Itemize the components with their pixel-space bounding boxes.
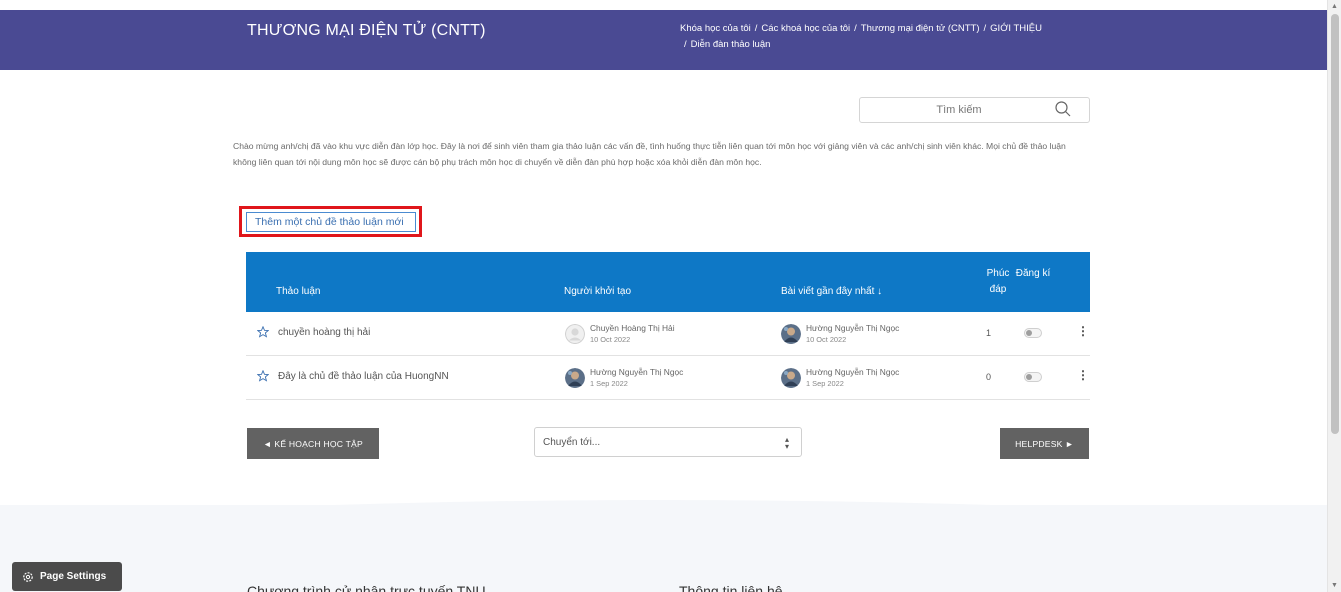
- column-header-replies[interactable]: Phúc đáp: [983, 266, 1013, 298]
- previous-activity-button[interactable]: ◄ KẾ HOẠCH HỌC TẬP: [247, 428, 379, 459]
- user-photo-avatar: [781, 324, 801, 344]
- author-date: 10 Oct 2022: [590, 335, 631, 344]
- table-header: Thảo luận Người khởi tạo Bài viết gần đâ…: [246, 252, 1090, 312]
- course-title[interactable]: THƯƠNG MẠI ĐIỆN TỬ (CNTT): [247, 22, 486, 40]
- course-header: [0, 10, 1327, 70]
- reply-count[interactable]: 0: [986, 372, 991, 382]
- breadcrumb-separator: /: [983, 23, 987, 34]
- latest-post-author[interactable]: Hường Nguyễn Thị Ngọc: [806, 367, 899, 378]
- scrollbar-thumb[interactable]: [1331, 14, 1339, 434]
- breadcrumb-separator: /: [754, 23, 758, 34]
- breadcrumb: Khóa học của tôi / Các khoá học của tôi / Th…: [680, 21, 1100, 53]
- breadcrumb-item-course[interactable]: Thương mại điện tử (CNTT): [861, 23, 980, 34]
- subscribe-toggle[interactable]: [1024, 372, 1042, 382]
- user-photo-avatar: [781, 368, 801, 388]
- author-name[interactable]: Hường Nguyễn Thị Ngọc: [590, 367, 683, 378]
- table-row: Đây là chủ đề thảo luận của HuongNN Hườn…: [246, 356, 1090, 400]
- footer-contact-title: Thông tin liên hệ: [679, 583, 783, 592]
- page-settings-label: Page Settings: [40, 571, 107, 582]
- latest-post-date[interactable]: 10 Oct 2022: [806, 334, 899, 345]
- more-options-icon[interactable]: ⋮: [1077, 368, 1089, 382]
- jump-to-activity-select[interactable]: Chuyển tới... ▴ ▾: [534, 427, 802, 457]
- discussion-topic-link[interactable]: chuyền hoàng thị hải: [278, 327, 370, 338]
- discussion-table: Thảo luận Người khởi tạo Bài viết gần đâ…: [246, 252, 1090, 400]
- subscribe-toggle[interactable]: [1024, 328, 1042, 338]
- author-name[interactable]: Chuyền Hoàng Thị Hải: [590, 323, 675, 334]
- scroll-up-arrow-icon[interactable]: ▲: [1331, 3, 1338, 10]
- search-input[interactable]: [860, 98, 1040, 122]
- page-footer: [0, 505, 1327, 592]
- more-options-icon[interactable]: ⋮: [1077, 324, 1089, 338]
- column-header-author[interactable]: Người khởi tạo: [564, 286, 631, 297]
- page-settings-button[interactable]: Page Settings: [12, 562, 122, 591]
- column-header-subscribe: Đăng kí: [1015, 268, 1051, 279]
- breadcrumb-item-my-courses[interactable]: Khóa học của tôi: [680, 23, 751, 34]
- search-icon[interactable]: [1055, 101, 1071, 117]
- user-photo-avatar: [565, 368, 585, 388]
- latest-post: Hường Nguyễn Thị Ngọc 10 Oct 2022: [781, 323, 899, 345]
- latest-post-author[interactable]: Hường Nguyễn Thị Ngọc: [806, 323, 899, 334]
- discussion-topic-link[interactable]: Đây là chủ đề thảo luận của HuongNN: [278, 371, 449, 382]
- breadcrumb-separator: /: [684, 39, 687, 50]
- column-header-latest-post[interactable]: Bài viết gần đây nhất ↓: [781, 286, 882, 297]
- latest-post: Hường Nguyễn Thị Ngọc 1 Sep 2022: [781, 367, 899, 389]
- author-date: 1 Sep 2022: [590, 379, 628, 388]
- column-header-topic[interactable]: Thảo luận: [276, 286, 320, 297]
- footer-program-title: Chương trình cử nhân trực tuyến TNU: [247, 583, 486, 592]
- gear-icon: [23, 571, 33, 582]
- reply-count[interactable]: 1: [986, 328, 991, 338]
- star-icon[interactable]: [257, 370, 269, 382]
- breadcrumb-separator: /: [854, 23, 857, 34]
- latest-post-date[interactable]: 1 Sep 2022: [806, 378, 899, 389]
- forum-search: [859, 97, 1090, 123]
- breadcrumb-item-section[interactable]: GIỚI THIỆU: [990, 23, 1042, 34]
- forum-intro-text: Chào mừng anh/chị đã vào khu vực diễn đà…: [233, 141, 1066, 167]
- star-icon[interactable]: [257, 326, 269, 338]
- select-caret-icon: ▴ ▾: [784, 435, 789, 451]
- jump-to-label: Chuyển tới...: [543, 437, 601, 448]
- next-activity-button[interactable]: HELPDESK ►: [1000, 428, 1089, 459]
- scroll-down-arrow-icon[interactable]: ▼: [1331, 582, 1338, 589]
- add-discussion-topic-button[interactable]: Thêm một chủ đề thảo luận mới: [246, 212, 416, 232]
- default-avatar-icon: [565, 324, 585, 344]
- topic-author: Chuyền Hoàng Thị Hải 10 Oct 2022: [565, 323, 675, 345]
- table-row: chuyền hoàng thị hải Chuyền Hoàng Thị Hả…: [246, 312, 1090, 356]
- breadcrumb-item-all-courses[interactable]: Các khoá học của tôi: [761, 23, 850, 34]
- breadcrumb-item-forum: Diễn đàn thảo luận: [690, 39, 771, 50]
- topic-author: Hường Nguyễn Thị Ngọc 1 Sep 2022: [565, 367, 683, 389]
- page-scrollbar[interactable]: ▲ ▼: [1327, 0, 1341, 592]
